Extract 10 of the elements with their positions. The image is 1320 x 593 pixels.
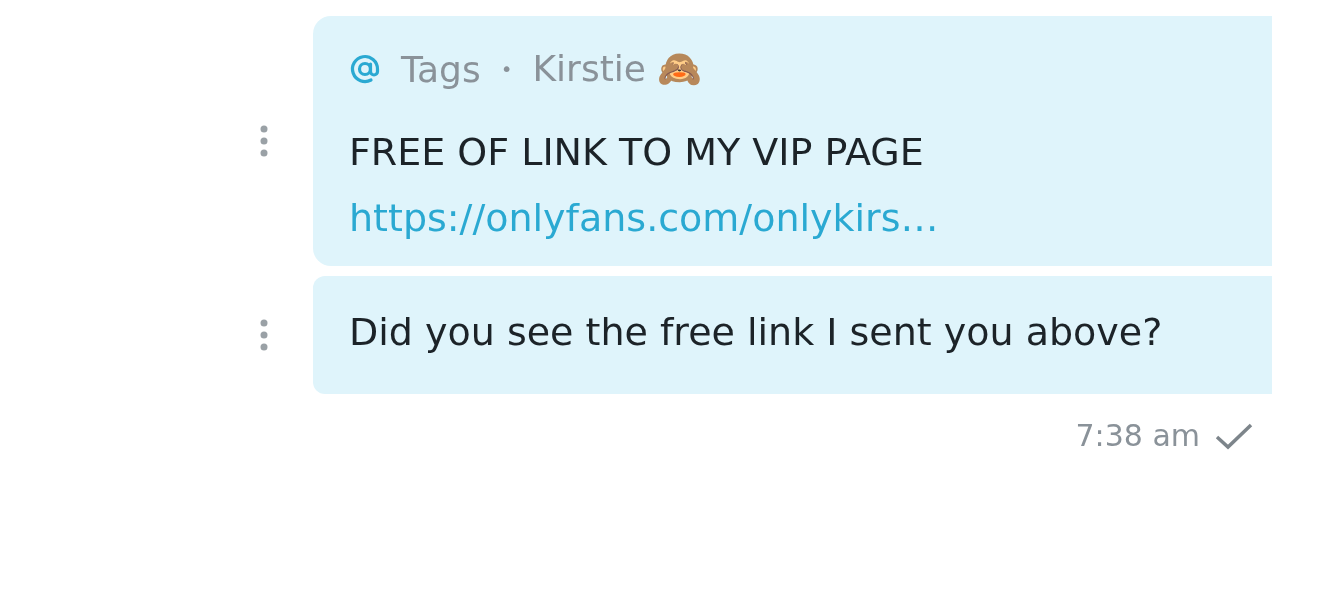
message-time: 7:38 am <box>1075 418 1200 453</box>
more-options-icon[interactable] <box>258 317 270 353</box>
more-options-icon[interactable] <box>258 123 270 159</box>
message-link[interactable]: https://onlyfans.com/onlykirs… <box>349 196 1236 240</box>
message-text: Did you see the free link I sent you above? <box>349 310 1164 354</box>
separator-dot: • <box>500 57 513 81</box>
tag-label: Tags <box>401 48 481 90</box>
author-name: Kirstie 🙈 <box>532 48 703 90</box>
at-icon <box>349 53 381 85</box>
message-text: FREE OF LINK TO MY VIP PAGE <box>349 130 925 174</box>
